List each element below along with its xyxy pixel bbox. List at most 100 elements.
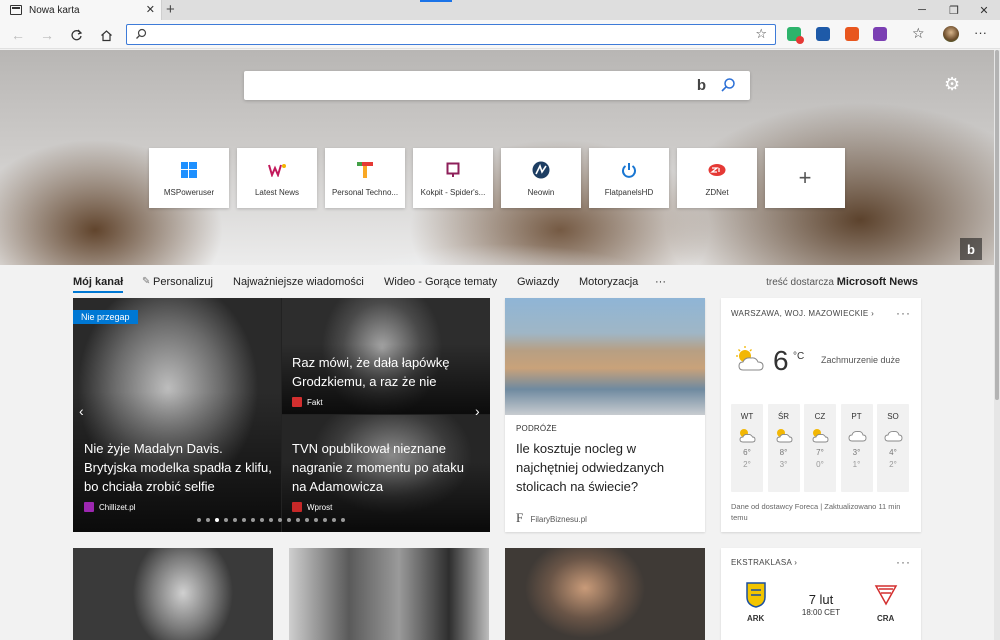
carousel-dot[interactable] [215,518,219,522]
carousel-dot[interactable] [224,518,228,522]
quick-link-tile-latest-news[interactable]: Latest News [237,148,317,208]
chillizet-logo-icon [84,502,94,512]
tab-personalize[interactable]: Personalizuj [153,276,213,288]
power-logo-icon [620,161,638,179]
provider-name[interactable]: Microsoft News [837,276,918,288]
minimize-button[interactable]: ─ [906,0,938,20]
article-title[interactable]: Ile kosztuje nocleg w najchętniej odwied… [516,439,696,496]
quick-link-tile-flatpanelshd[interactable]: FlatpanelsHD [589,148,669,208]
story-bottom-source: Wprost [292,502,332,512]
story-bottom-right[interactable]: TVN opublikował nieznane nagranie z mome… [282,415,490,532]
settings-more-icon[interactable]: ··· [974,26,988,40]
story-main-title[interactable]: Nie żyje Madalyn Davis. Brytyjska modelk… [84,439,274,496]
temperature-unit[interactable]: °C [793,351,804,362]
more-categories-button[interactable]: ··· [655,276,666,288]
new-tab-button[interactable]: + [166,1,175,19]
carousel-dot[interactable] [242,518,246,522]
league-name[interactable]: EKSTRAKLASA › [731,558,797,567]
carousel-dot[interactable] [197,518,201,522]
profile-avatar[interactable] [943,26,959,42]
forecast-low: 0° [816,460,824,469]
carousel-dot[interactable] [332,518,336,522]
carousel-dot[interactable] [206,518,210,522]
restore-button[interactable]: ❐ [938,0,970,20]
forecast-day[interactable]: WT 6° 2° [731,404,763,492]
quick-link-tile-personal-tech[interactable]: Personal Techno... [325,148,405,208]
extension-pocket-icon[interactable] [816,27,830,41]
article-card-travel[interactable]: PODRÓŻE Ile kosztuje nocleg w najchętnie… [505,298,705,532]
close-window-button[interactable]: ✕ [968,0,1000,20]
forecast-day-label: WT [740,412,754,421]
tile-label: Kokpit - Spider's... [420,188,486,197]
cloudy-icon [841,427,873,443]
search-icon[interactable] [720,77,736,93]
tab-my-feed[interactable]: Mój kanał [73,276,124,293]
bing-image-info-icon[interactable]: b [960,238,982,260]
extension-office-icon[interactable] [845,27,859,41]
favorites-icon[interactable]: ☆ [912,26,926,40]
tile-label: Latest News [254,188,300,197]
forecast-low: 2° [743,460,751,469]
tab-new-tab[interactable]: Nowa karta ✕ [0,0,162,20]
forecast-day[interactable]: PT 3° 1° [840,404,873,492]
scrollbar-thumb[interactable] [995,50,999,400]
quick-link-tile-spiders-web[interactable]: Kokpit - Spider's... [413,148,493,208]
story-top-right[interactable]: Raz mówi, że dała łapówkę Grodzkiemu, a … [282,298,490,414]
story-bottom-title[interactable]: TVN opublikował nieznane nagranie z mome… [292,439,482,496]
quick-link-tile-zdnet[interactable]: ZDNet [677,148,757,208]
partly-sunny-icon [731,427,763,443]
carousel-dot[interactable] [341,518,345,522]
carousel-dot[interactable] [314,518,318,522]
tile-label: MSPoweruser [163,188,215,197]
partly-sunny-icon [736,346,764,371]
story-main[interactable]: Nie przegap Nie żyje Madalyn Davis. Bryt… [73,298,281,532]
tab-top-stories[interactable]: Najważniejsze wiadomości [233,276,364,288]
web-search-box[interactable]: b [244,71,750,100]
weather-card: WARSZAWA, WOJ. MAZOWIECKIE › ··· 6 °C Za… [721,298,921,532]
carousel-dot[interactable] [278,518,282,522]
weather-condition: Zachmurzenie duże [821,355,901,365]
forecast-day[interactable]: CZ 7° 0° [804,404,836,492]
tab-close-button[interactable]: ✕ [146,3,155,17]
tab-video-hot-topics[interactable]: Wideo - Gorące tematy [384,276,497,288]
favorite-star-icon[interactable]: ☆ [755,26,767,42]
carousel-next-button[interactable]: › [475,403,480,419]
extension-onenote-icon[interactable] [873,27,887,41]
forward-icon[interactable]: → [37,25,57,45]
carousel-dot[interactable] [287,518,291,522]
carousel-dot[interactable] [233,518,237,522]
story-top-title[interactable]: Raz mówi, że dała łapówkę Grodzkiemu, a … [292,353,482,391]
add-quick-link-button[interactable]: + [765,148,845,208]
home-icon[interactable] [96,25,116,45]
weather-more-button[interactable]: ··· [896,306,911,320]
tab-automotive[interactable]: Motoryzacja [579,276,638,288]
article-image-harbor [505,298,705,415]
forecast-day[interactable]: SO 4° 2° [877,404,909,492]
news-card-image-archive[interactable] [289,548,489,640]
carousel-dot[interactable] [269,518,273,522]
news-card-image-portrait[interactable] [73,548,273,640]
tab-celebrities[interactable]: Gwiazdy [517,276,559,288]
carousel-dot[interactable] [296,518,300,522]
quick-link-tile-mspoweruser[interactable]: MSPoweruser [149,148,229,208]
carousel-dot[interactable] [323,518,327,522]
weather-location[interactable]: WARSZAWA, WOJ. MAZOWIECKIE › [731,309,874,318]
carousel-dot[interactable] [305,518,309,522]
quick-link-tile-neowin[interactable]: Neowin [501,148,581,208]
home-team: ARK [747,614,765,623]
carousel-dot[interactable] [251,518,255,522]
carousel-prev-button[interactable]: ‹ [79,403,84,419]
back-icon[interactable]: ← [8,25,28,45]
forecast-day[interactable]: ŚR 8° 3° [767,404,800,492]
news-card-image-people[interactable] [505,548,705,640]
page-scrollbar[interactable] [994,50,1000,640]
refresh-icon[interactable] [66,25,86,45]
carousel-dot[interactable] [260,518,264,522]
sports-more-button[interactable]: ··· [896,555,911,569]
address-bar[interactable]: ☆ [126,24,776,45]
page-settings-gear-icon[interactable]: ⚙ [944,74,960,95]
sports-card: EKSTRAKLASA › ··· 7 lut 18:00 CET ARK CR… [721,548,921,640]
tab-title: Nowa karta [29,4,80,16]
latest-news-logo-icon [268,161,286,179]
address-input[interactable] [155,27,745,42]
